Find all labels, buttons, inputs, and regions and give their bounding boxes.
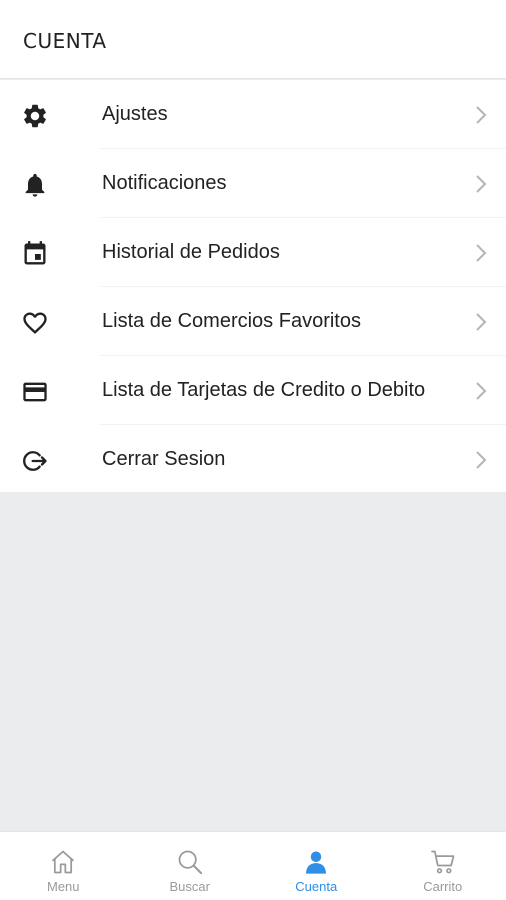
nav-item-cuenta[interactable]: Cuenta (253, 832, 380, 900)
menu-item-label: Lista de Comercios Favoritos (102, 310, 361, 332)
nav-item-buscar[interactable]: Buscar (127, 832, 254, 900)
menu-item-ajustes[interactable]: Ajustes (0, 80, 506, 149)
menu-item-cerrar-sesion[interactable]: Cerrar Sesion (0, 425, 506, 494)
chevron-right-icon (476, 175, 487, 193)
heart-icon (21, 309, 49, 337)
menu-item-label: Lista de Tarjetas de Credito o Debito (102, 379, 426, 401)
chevron-right-icon (476, 106, 487, 124)
gear-icon (21, 102, 49, 130)
menu-item-label: Ajustes (102, 103, 168, 125)
menu-item-label: Cerrar Sesion (102, 448, 226, 470)
chevron-right-icon (476, 451, 487, 469)
search-icon (176, 848, 204, 876)
bottom-navigation: Menu Buscar Cuenta Carrito (0, 831, 506, 900)
chevron-right-icon (476, 244, 487, 262)
calendar-icon (21, 240, 49, 268)
home-icon (49, 848, 77, 876)
chevron-right-icon (476, 382, 487, 400)
menu-item-label: Notificaciones (102, 172, 227, 194)
credit-card-icon (21, 378, 49, 406)
user-icon (302, 848, 330, 876)
menu-item-label: Historial de Pedidos (102, 241, 280, 263)
menu-item-favoritos[interactable]: Lista de Comercios Favoritos (0, 287, 506, 356)
nav-label: Buscar (169, 879, 210, 894)
cart-icon (429, 848, 457, 876)
nav-label: Menu (46, 879, 80, 894)
menu-item-notificaciones[interactable]: Notificaciones (0, 149, 506, 218)
chevron-right-icon (476, 313, 487, 331)
nav-item-carrito[interactable]: Carrito (380, 832, 506, 900)
nav-label: Carrito (423, 879, 463, 894)
bell-icon (21, 171, 49, 199)
page-title: CUENTA (23, 29, 107, 53)
account-menu: Ajustes Notificaciones Historial de Pedi… (0, 80, 506, 492)
nav-item-menu[interactable]: Menu (0, 832, 127, 900)
app-header: CUENTA (0, 0, 506, 79)
menu-item-historial[interactable]: Historial de Pedidos (0, 218, 506, 287)
account-screen: CUENTA Ajustes Notificaciones Historial … (0, 0, 506, 900)
nav-label: Cuenta (295, 879, 338, 894)
menu-item-tarjetas[interactable]: Lista de Tarjetas de Credito o Debito (0, 356, 506, 425)
logout-icon (21, 447, 49, 475)
